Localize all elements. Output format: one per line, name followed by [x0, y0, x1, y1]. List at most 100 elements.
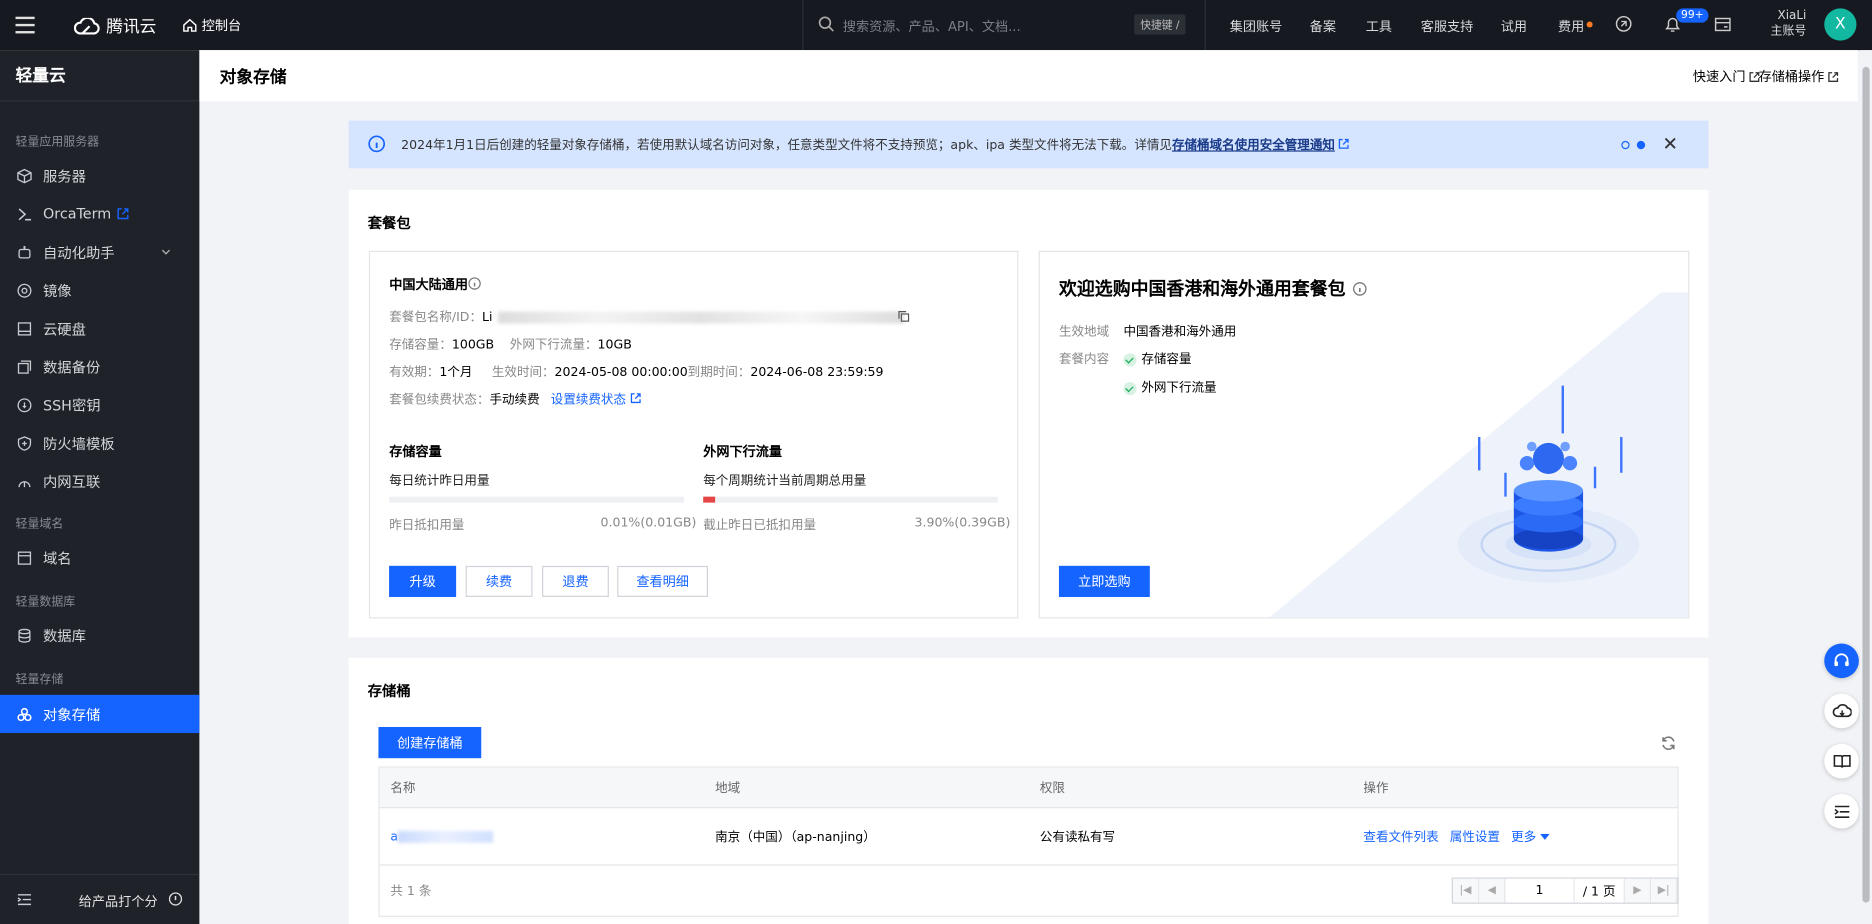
sidebar-item-disk[interactable]: 云硬盘 [0, 309, 199, 347]
carousel-dot[interactable] [1621, 140, 1630, 150]
feedback-smile-icon [168, 892, 183, 906]
sidebar-item-database[interactable]: 数据库 [0, 616, 199, 654]
column-name: 名称 [390, 780, 416, 796]
sidebar-title: 轻量云 [15, 66, 66, 86]
global-search[interactable]: 搜索资源、产品、API、文档... 快捷键 / [802, 0, 1206, 51]
more-dropdown[interactable]: 更多 [1511, 830, 1550, 844]
quick-start-link[interactable]: 快速入门 [1693, 67, 1760, 86]
sidebar-item-automation[interactable]: 自动化助手 [0, 233, 199, 271]
check-icon [1123, 381, 1137, 395]
promo-region-label: 生效地域 [1058, 324, 1110, 340]
sidebar-item-object-storage[interactable]: 对象存储 [0, 694, 200, 734]
nav-group-account[interactable]: 集团账号 [1230, 17, 1283, 36]
sidebar-item-label: 自动化助手 [42, 244, 115, 261]
nav-trial[interactable]: 试用 [1501, 17, 1527, 36]
upgrade-button[interactable]: 升级 [389, 565, 457, 597]
user-role: 主账号 [1770, 25, 1807, 39]
console-link[interactable]: 控制台 [183, 16, 241, 35]
nav-tools[interactable]: 工具 [1366, 17, 1392, 36]
avatar[interactable]: X [1824, 8, 1857, 41]
total-count: 共 1 条 [390, 884, 432, 899]
create-bucket-button[interactable]: 创建存储桶 [378, 727, 482, 759]
nav-filing[interactable]: 备案 [1310, 17, 1336, 36]
carousel-dot-active[interactable] [1636, 140, 1646, 150]
notice-text: 2024年1月1日后创建的轻量对象存储桶，若使用默认域名访问对象，任意类型文件将… [401, 138, 1172, 153]
pagination: |◀ ◀ 1 / 1 页 ▶ ▶| [1451, 877, 1679, 904]
top-bar: 腾讯云 控制台 搜索资源、产品、API、文档... 快捷键 / 集团账号 备案 … [0, 0, 1872, 51]
collapse-sidebar-icon[interactable] [17, 893, 33, 906]
refund-button[interactable]: 退费 [542, 565, 609, 597]
page-title: 对象存储 [219, 68, 287, 88]
start-label: 生效时间： [491, 365, 555, 380]
list-tool-button[interactable] [1824, 793, 1859, 829]
start-value: 2024-05-08 00:00:00 [554, 365, 688, 380]
promo-content-item: 存储容量 [1123, 350, 1191, 368]
user-info[interactable]: XiaLi 主账号 [1771, 8, 1807, 39]
info-icon[interactable] [1353, 281, 1367, 296]
copy-icon[interactable] [898, 310, 910, 322]
sidebar-item-backup[interactable]: 数据备份 [0, 347, 199, 385]
page-input[interactable]: 1 [1505, 878, 1575, 903]
wallet-circle-icon[interactable] [1614, 14, 1633, 33]
sidebar-item-domain[interactable]: 域名 [0, 538, 199, 576]
sidebar: 轻量云 轻量应用服务器 服务器 OrcaTerm 自动化助手 镜像 云硬盘 数据… [0, 50, 200, 924]
sidebar-item-ssh-key[interactable]: SSH密钥 [0, 386, 199, 424]
bucket-ops-label: 存储桶操作 [1758, 69, 1825, 85]
view-files-link[interactable]: 查看文件列表 [1363, 830, 1438, 844]
brand-logo[interactable]: 腾讯云 [74, 14, 156, 38]
caret-down-icon [1540, 833, 1550, 840]
properties-link[interactable]: 属性设置 [1450, 830, 1500, 844]
bucket-name-link[interactable]: a [390, 829, 494, 843]
sidebar-item-firewall[interactable]: 防火墙模板 [0, 424, 199, 462]
customer-service-button[interactable] [1824, 643, 1859, 679]
renew-settings-link[interactable]: 设置续费状态 [551, 393, 626, 407]
hamburger-menu-icon[interactable] [15, 16, 35, 34]
prev-page-icon[interactable]: ◀ [1479, 878, 1506, 903]
sidebar-item-label: 对象存储 [42, 706, 101, 723]
notice-text-wrap: 2024年1月1日后创建的轻量对象存储桶，若使用默认域名访问对象，任意类型文件将… [401, 136, 1350, 154]
info-icon[interactable] [468, 277, 481, 290]
capacity-row: 存储容量：100GB [389, 335, 494, 353]
bucket-ops-link[interactable]: 存储桶操作 [1759, 67, 1839, 86]
notice-link[interactable]: 存储桶域名使用安全管理通知 [1172, 138, 1335, 152]
notification-badge: 99+ [1676, 8, 1709, 23]
nav-billing[interactable]: 费用 [1558, 17, 1584, 36]
sidebar-item-server[interactable]: 服务器 [0, 156, 199, 194]
sidebar-item-intranet[interactable]: 内网互联 [0, 462, 199, 500]
docs-button[interactable] [1824, 743, 1859, 779]
buy-now-button[interactable]: 立即选购 [1058, 565, 1150, 597]
close-icon[interactable] [1663, 136, 1677, 150]
renew-row: 套餐包续费状态：手动续费 设置续费状态 [389, 390, 641, 408]
validity-value: 1个月 [439, 365, 473, 380]
sidebar-item-orcaterm[interactable]: OrcaTerm [0, 195, 199, 233]
notice-banner: 2024年1月1日后创建的轻量对象存储桶，若使用默认域名访问对象，任意类型文件将… [348, 120, 1709, 169]
refresh-icon[interactable] [1661, 735, 1677, 751]
carousel-dots[interactable] [1621, 140, 1646, 150]
overseas-promo-panel: 欢迎选购中国香港和海外通用套餐包 生效地域 中国香港和海外通用 套餐内容 存储容… [1038, 250, 1690, 619]
renew-button[interactable]: 续费 [465, 565, 533, 597]
cloud-tool-button[interactable] [1824, 693, 1859, 729]
next-page-icon[interactable]: ▶ [1624, 878, 1652, 903]
first-page-icon[interactable]: |◀ [1452, 878, 1480, 903]
table-row: a 南京（中国）（ap-nanjing） 公有读私有写 查看文件列表 属性设置 … [379, 808, 1678, 866]
storage-illustration [1457, 385, 1640, 583]
end-value: 2024-06-08 23:59:59 [750, 365, 884, 380]
page-scrollbar[interactable] [1860, 50, 1872, 924]
storage-used-value: 0.01%(0.01GB) [600, 515, 697, 531]
object-storage-icon [17, 707, 32, 721]
package-region-title: 中国大陆通用 [389, 276, 469, 293]
traffic-usage-title: 外网下行流量 [703, 444, 782, 460]
nav-support[interactable]: 客服支持 [1421, 17, 1474, 36]
view-details-button[interactable]: 查看明细 [617, 565, 708, 597]
feedback-link[interactable]: 给产品打个分 [79, 892, 158, 911]
last-page-icon[interactable]: ▶| [1651, 878, 1678, 903]
external-link-icon [1828, 71, 1839, 82]
group-database: 轻量数据库 [15, 595, 76, 609]
end-label: 到期时间： [687, 365, 751, 380]
billing-card-icon[interactable] [1714, 17, 1731, 33]
sidebar-item-image[interactable]: 镜像 [0, 271, 199, 309]
scrollbar-thumb[interactable] [1862, 66, 1870, 903]
search-icon [818, 16, 834, 32]
column-permission: 权限 [1039, 780, 1065, 796]
sidebar-item-label: 服务器 [42, 167, 86, 185]
